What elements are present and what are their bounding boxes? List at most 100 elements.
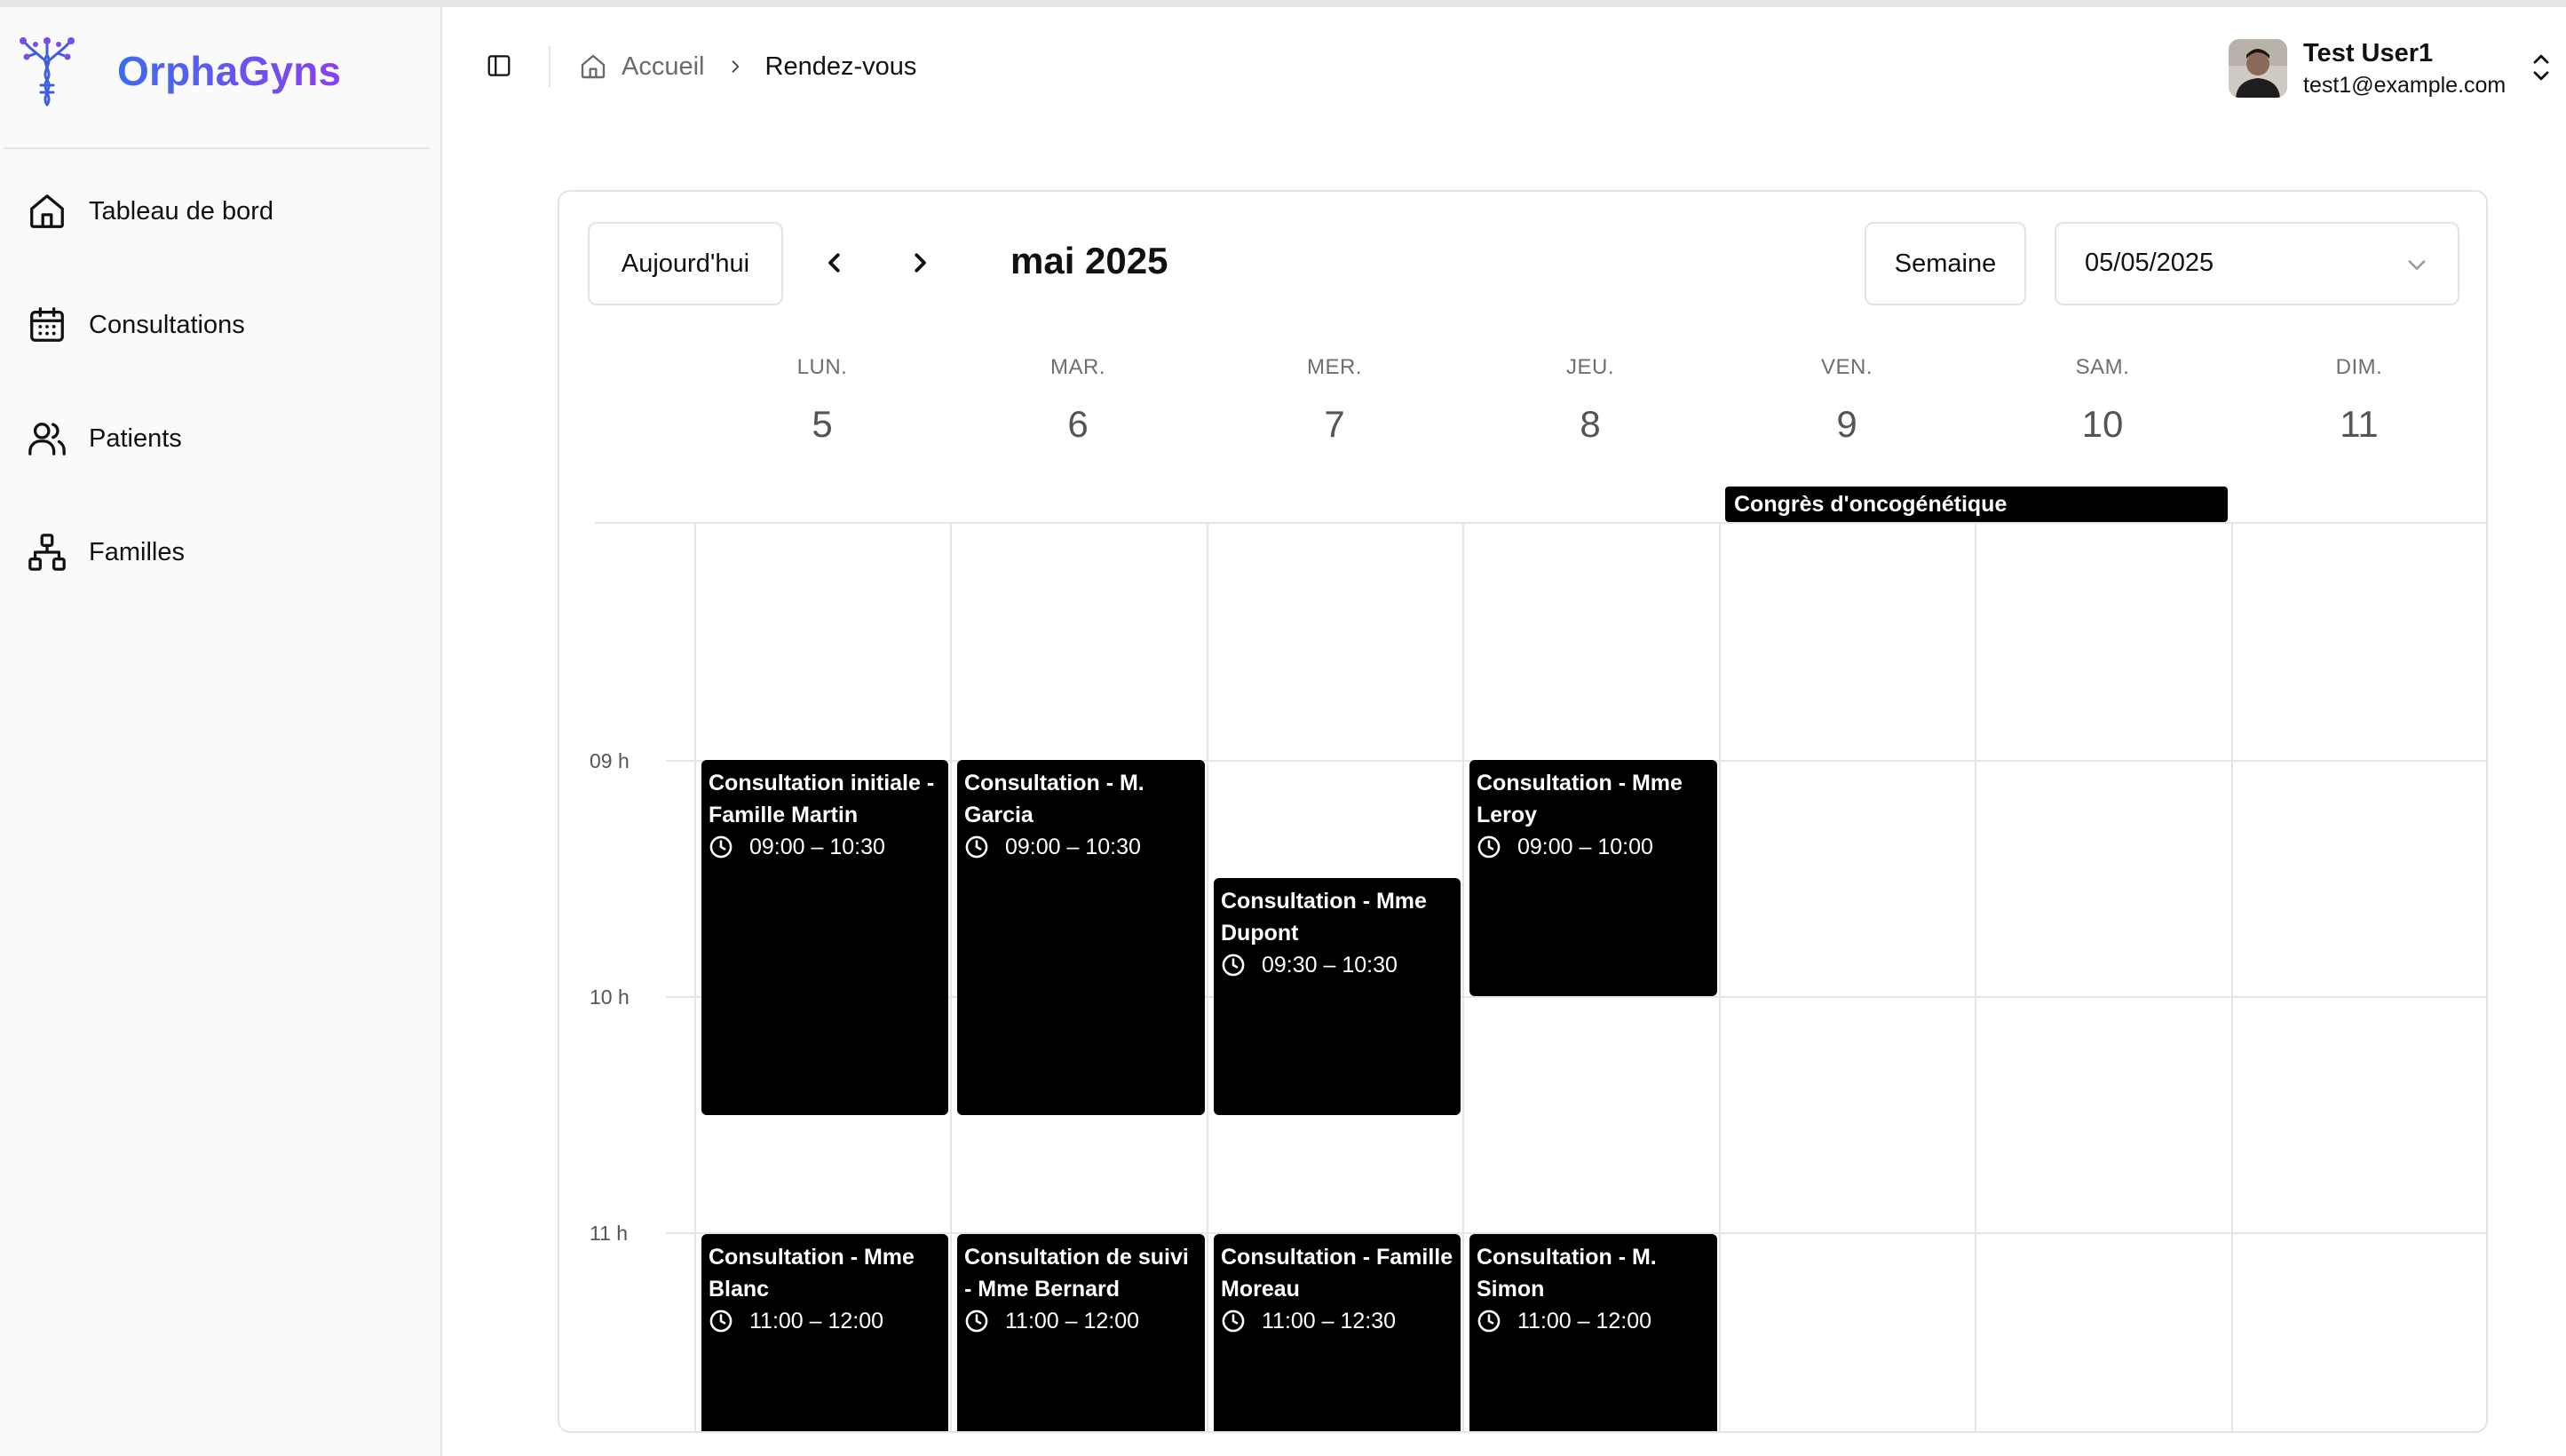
all-day-event[interactable]: Congrès d'oncogénétique xyxy=(1725,487,2228,522)
view-week-button[interactable]: Semaine xyxy=(1865,222,2026,305)
day-header-mon[interactable]: LUN. 5 xyxy=(694,355,950,446)
event-card[interactable]: Consultation - Mme Dupont 09:30 – 10:30 xyxy=(1214,878,1461,1115)
day-header-sat[interactable]: SAM. 10 xyxy=(1975,355,2230,446)
sidebar-item-dashboard[interactable]: Tableau de bord xyxy=(27,185,273,238)
sidebar-item-patients[interactable]: Patients xyxy=(27,412,273,465)
previous-week-button[interactable] xyxy=(813,241,856,284)
sidebar-item-label: Consultations xyxy=(89,310,245,339)
today-button[interactable]: Aujourd'hui xyxy=(588,222,783,305)
event-time-label: 09:00 – 10:30 xyxy=(1005,835,1141,859)
top-header: Accueil Rendez-vous Test User1 test1@exa… xyxy=(444,7,2566,121)
event-time: 09:00 – 10:30 xyxy=(964,831,1198,863)
chevron-down-icon xyxy=(2408,260,2426,270)
sidebar-toggle-button[interactable] xyxy=(479,46,519,85)
clock-icon xyxy=(709,1310,733,1333)
top-border xyxy=(0,0,2566,7)
month-title: mai 2025 xyxy=(1010,240,1168,281)
event-time-label: 09:00 – 10:00 xyxy=(1517,835,1653,859)
next-week-button[interactable] xyxy=(899,241,941,284)
header-divider xyxy=(549,46,550,87)
avatar xyxy=(2229,39,2287,98)
breadcrumb-home-link[interactable]: Accueil xyxy=(579,52,705,82)
user-name: Test User1 xyxy=(2303,39,2434,67)
hour-label: 10 h xyxy=(590,985,630,1009)
event-title: Consultation - Mme Leroy xyxy=(1477,771,1683,827)
sidebar-panel-icon xyxy=(487,55,511,76)
day-of-week: VEN. xyxy=(1820,355,1873,379)
event-card[interactable]: Consultation - M. Simon 11:00 – 12:00 xyxy=(1469,1234,1717,1431)
event-title: Consultation - M. Garcia xyxy=(964,771,1144,827)
date-picker-select[interactable]: 05/05/2025 xyxy=(2055,222,2459,305)
sidebar: OrphaGyns Tableau de bord Consultations xyxy=(0,7,442,1456)
app-name: OrphaGyns xyxy=(117,48,342,94)
grid-day-line xyxy=(950,522,952,1431)
event-time-label: 11:00 – 12:00 xyxy=(1517,1309,1652,1333)
event-title: Consultation initiale - Famille Martin xyxy=(709,771,935,827)
event-card[interactable]: Consultation - Mme Leroy 09:00 – 10:00 xyxy=(1469,760,1717,996)
event-time: 09:30 – 10:30 xyxy=(1221,949,1453,981)
day-header-sun[interactable]: DIM. 11 xyxy=(2231,355,2486,446)
sidebar-item-label: Tableau de bord xyxy=(89,196,273,226)
dna-tree-logo-icon xyxy=(20,37,75,107)
event-time-label: 09:30 – 10:30 xyxy=(1262,953,1398,977)
selected-date: 05/05/2025 xyxy=(2085,249,2214,277)
family-tree-icon xyxy=(28,534,66,571)
event-time-label: 11:00 – 12:00 xyxy=(749,1309,884,1333)
chevron-right-icon xyxy=(726,58,744,75)
chevron-right-icon xyxy=(915,253,926,273)
grid-day-line xyxy=(2231,522,2233,1431)
hour-label: 11 h xyxy=(590,1222,629,1245)
event-card[interactable]: Consultation - Mme Blanc 11:00 – 12:00 xyxy=(701,1234,948,1431)
sidebar-item-consultations[interactable]: Consultations xyxy=(27,298,273,352)
day-header-tue[interactable]: MAR. 6 xyxy=(950,355,1206,446)
brand[interactable]: OrphaGyns xyxy=(14,28,341,114)
day-header-thu[interactable]: JEU. 8 xyxy=(1462,355,1718,446)
clock-icon xyxy=(1222,1310,1245,1333)
event-time-label: 11:00 – 12:30 xyxy=(1262,1309,1397,1333)
day-header-wed[interactable]: MER. 7 xyxy=(1207,355,1462,446)
event-time-label: 09:00 – 10:30 xyxy=(749,835,885,859)
day-number: 7 xyxy=(1324,403,1345,445)
clock-icon xyxy=(965,835,988,859)
event-time: 09:00 – 10:30 xyxy=(709,831,941,863)
clock-icon xyxy=(1477,835,1501,859)
users-icon xyxy=(28,423,66,455)
day-number: 8 xyxy=(1580,403,1601,445)
grid-day-line xyxy=(694,522,696,1431)
grid-day-line xyxy=(1975,522,1976,1431)
sidebar-item-label: Patients xyxy=(89,423,182,453)
event-time: 11:00 – 12:00 xyxy=(709,1305,941,1337)
event-card[interactable]: Consultation - Famille Moreau 11:00 – 12… xyxy=(1214,1234,1461,1431)
event-title: Consultation de suivi - Mme Bernard xyxy=(964,1245,1189,1302)
event-time-label: 11:00 – 12:00 xyxy=(1005,1309,1140,1333)
chevrons-up-down-icon xyxy=(2533,54,2549,81)
event-time: 09:00 – 10:00 xyxy=(1477,831,1710,863)
grid-day-line xyxy=(1207,522,1208,1431)
event-title: Consultation - M. Simon xyxy=(1477,1245,1657,1302)
event-time: 11:00 – 12:30 xyxy=(1221,1305,1453,1337)
event-card[interactable]: Consultation initiale - Famille Martin 0… xyxy=(701,760,948,1115)
breadcrumb-home-label: Accueil xyxy=(622,51,705,81)
user-menu[interactable]: Test User1 test1@example.com xyxy=(2229,30,2566,112)
sidebar-item-label: Familles xyxy=(89,537,185,566)
day-number: 11 xyxy=(2340,403,2379,445)
clock-icon xyxy=(709,835,733,859)
grid-day-line xyxy=(1462,522,1464,1431)
breadcrumb-current: Rendez-vous xyxy=(764,51,917,81)
event-card[interactable]: Consultation de suivi - Mme Bernard 11:0… xyxy=(957,1234,1205,1431)
clock-icon xyxy=(1477,1310,1501,1333)
home-icon xyxy=(581,54,606,79)
sidebar-item-familles[interactable]: Familles xyxy=(27,526,273,579)
day-of-week: MAR. xyxy=(1050,355,1105,379)
event-card[interactable]: Consultation - M. Garcia 09:00 – 10:30 xyxy=(957,760,1205,1115)
user-email: test1@example.com xyxy=(2303,73,2507,98)
event-time: 11:00 – 12:00 xyxy=(964,1305,1198,1337)
calendar-card: Aujourd'hui mai 2025 Semaine 05/05/2025 … xyxy=(558,190,2488,1433)
event-title: Consultation - Famille Moreau xyxy=(1221,1245,1453,1302)
day-number: 5 xyxy=(812,403,833,445)
hour-label: 09 h xyxy=(590,749,630,772)
clock-icon xyxy=(1222,954,1245,977)
day-of-week: DIM. xyxy=(2335,355,2383,379)
day-header-fri[interactable]: VEN. 9 xyxy=(1719,355,1975,446)
clock-icon xyxy=(965,1310,988,1333)
